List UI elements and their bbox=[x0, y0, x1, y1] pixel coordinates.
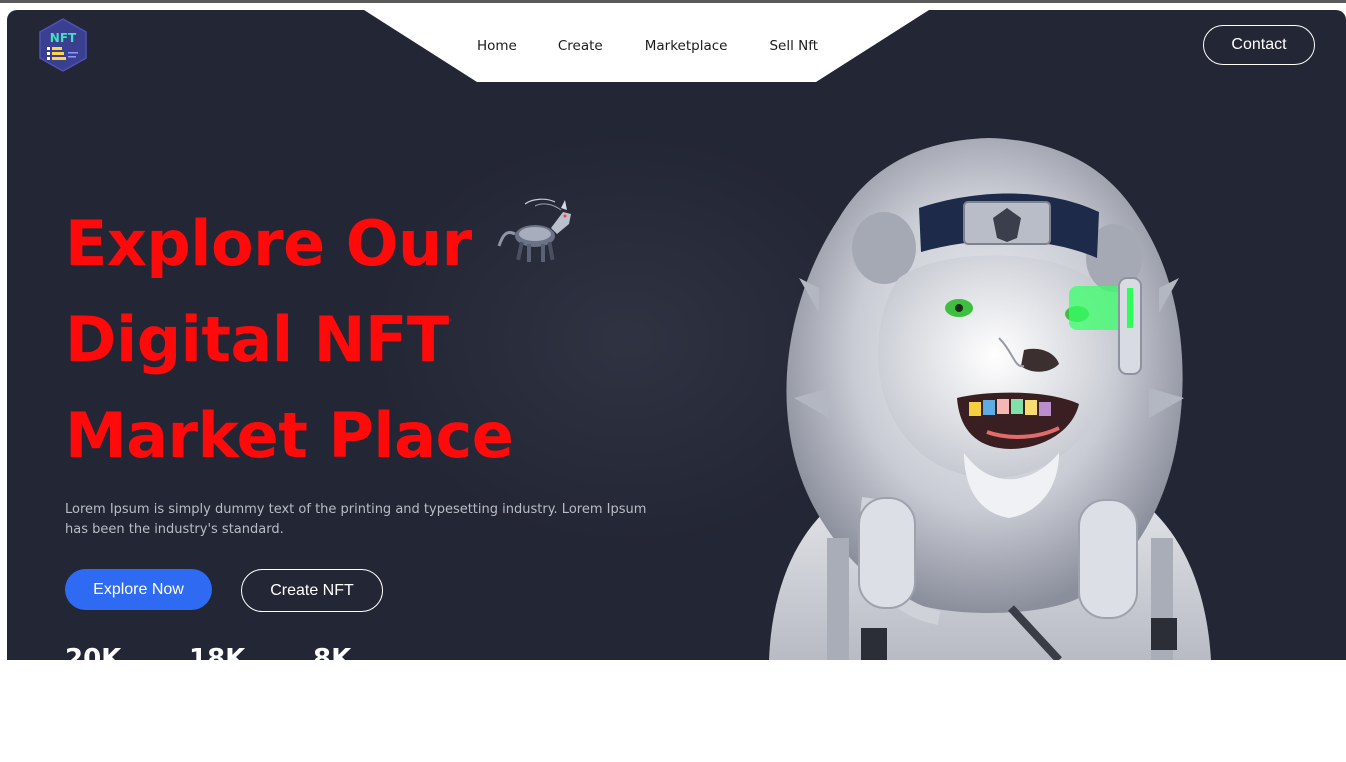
nav-home-link[interactable]: Home bbox=[477, 38, 517, 54]
main-nav: Home Create Marketplace Sell Nft bbox=[477, 38, 818, 54]
contact-button[interactable]: Contact bbox=[1203, 25, 1315, 65]
stat-value: 18K bbox=[189, 644, 246, 660]
top-divider bbox=[0, 0, 1346, 3]
nav-create-link[interactable]: Create bbox=[558, 38, 603, 54]
cyber-lion-image bbox=[769, 138, 1211, 660]
hero-title-line-3: Market Place bbox=[65, 399, 514, 472]
nav-marketplace-link[interactable]: Marketplace bbox=[645, 38, 728, 54]
logo-text: NFT bbox=[50, 31, 77, 45]
hero-description: Lorem Ipsum is simply dummy text of the … bbox=[65, 502, 647, 537]
explore-now-button[interactable]: Explore Now bbox=[65, 569, 212, 610]
stat-value: 8K bbox=[313, 644, 352, 660]
hero-title-line-1: Explore Our bbox=[65, 207, 472, 280]
hero-title-line-2: Digital NFT bbox=[65, 303, 449, 376]
create-nft-button[interactable]: Create NFT bbox=[241, 569, 383, 612]
stat-value: 20K bbox=[65, 644, 122, 660]
robot-wolf-image bbox=[497, 198, 571, 262]
nav-sell-nft-link[interactable]: Sell Nft bbox=[769, 38, 818, 54]
hero-section: NFT Home Create Marketplace Sell Nft Con… bbox=[7, 10, 1346, 660]
hero-title: Explore Our Digital NFT Market Place bbox=[65, 196, 514, 484]
nft-logo-icon[interactable]: NFT bbox=[37, 18, 89, 72]
